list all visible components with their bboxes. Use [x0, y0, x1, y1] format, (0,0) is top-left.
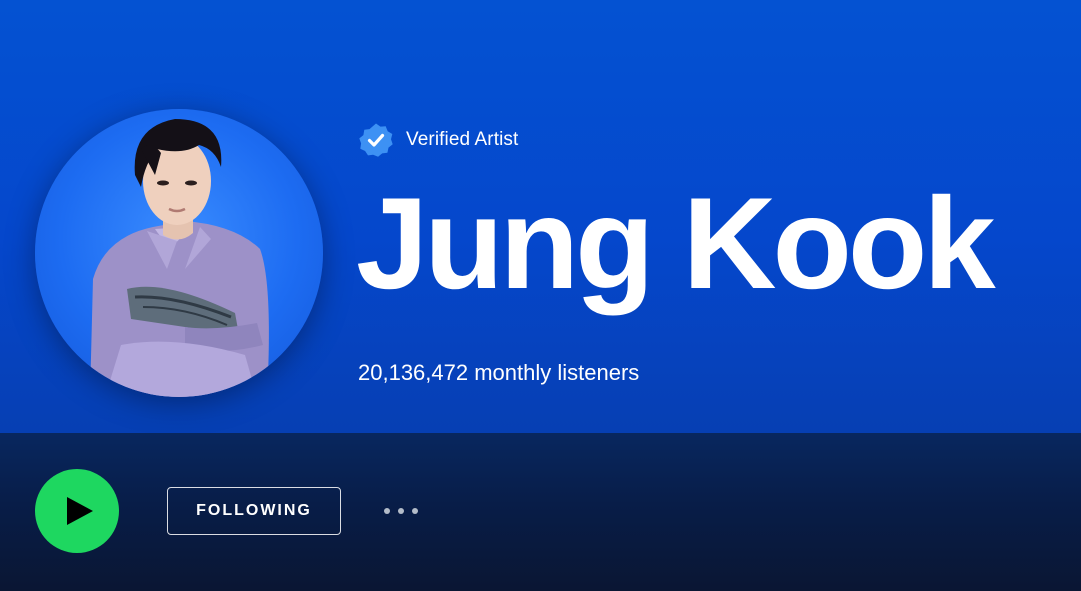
monthly-listeners: 20,136,472 monthly listeners	[358, 360, 640, 385]
more-options-icon	[398, 508, 404, 514]
action-bar: FOLLOWING	[0, 433, 1081, 591]
artist-name: Jung Kook	[356, 170, 996, 316]
verified-artist-badge: Verified Artist	[358, 121, 518, 159]
more-options-button[interactable]	[376, 499, 426, 523]
artist-photo	[90, 119, 269, 397]
artist-header: Verified Artist Jung Kook 20,136,472 mon…	[0, 0, 1081, 433]
more-options-icon	[412, 508, 418, 514]
play-button[interactable]	[35, 469, 119, 553]
play-icon	[67, 497, 93, 525]
artist-avatar	[35, 109, 323, 397]
verified-artist-label: Verified Artist	[406, 129, 519, 150]
verified-badge-icon	[359, 123, 393, 157]
following-button[interactable]: FOLLOWING	[167, 487, 341, 535]
more-options-icon	[384, 508, 390, 514]
